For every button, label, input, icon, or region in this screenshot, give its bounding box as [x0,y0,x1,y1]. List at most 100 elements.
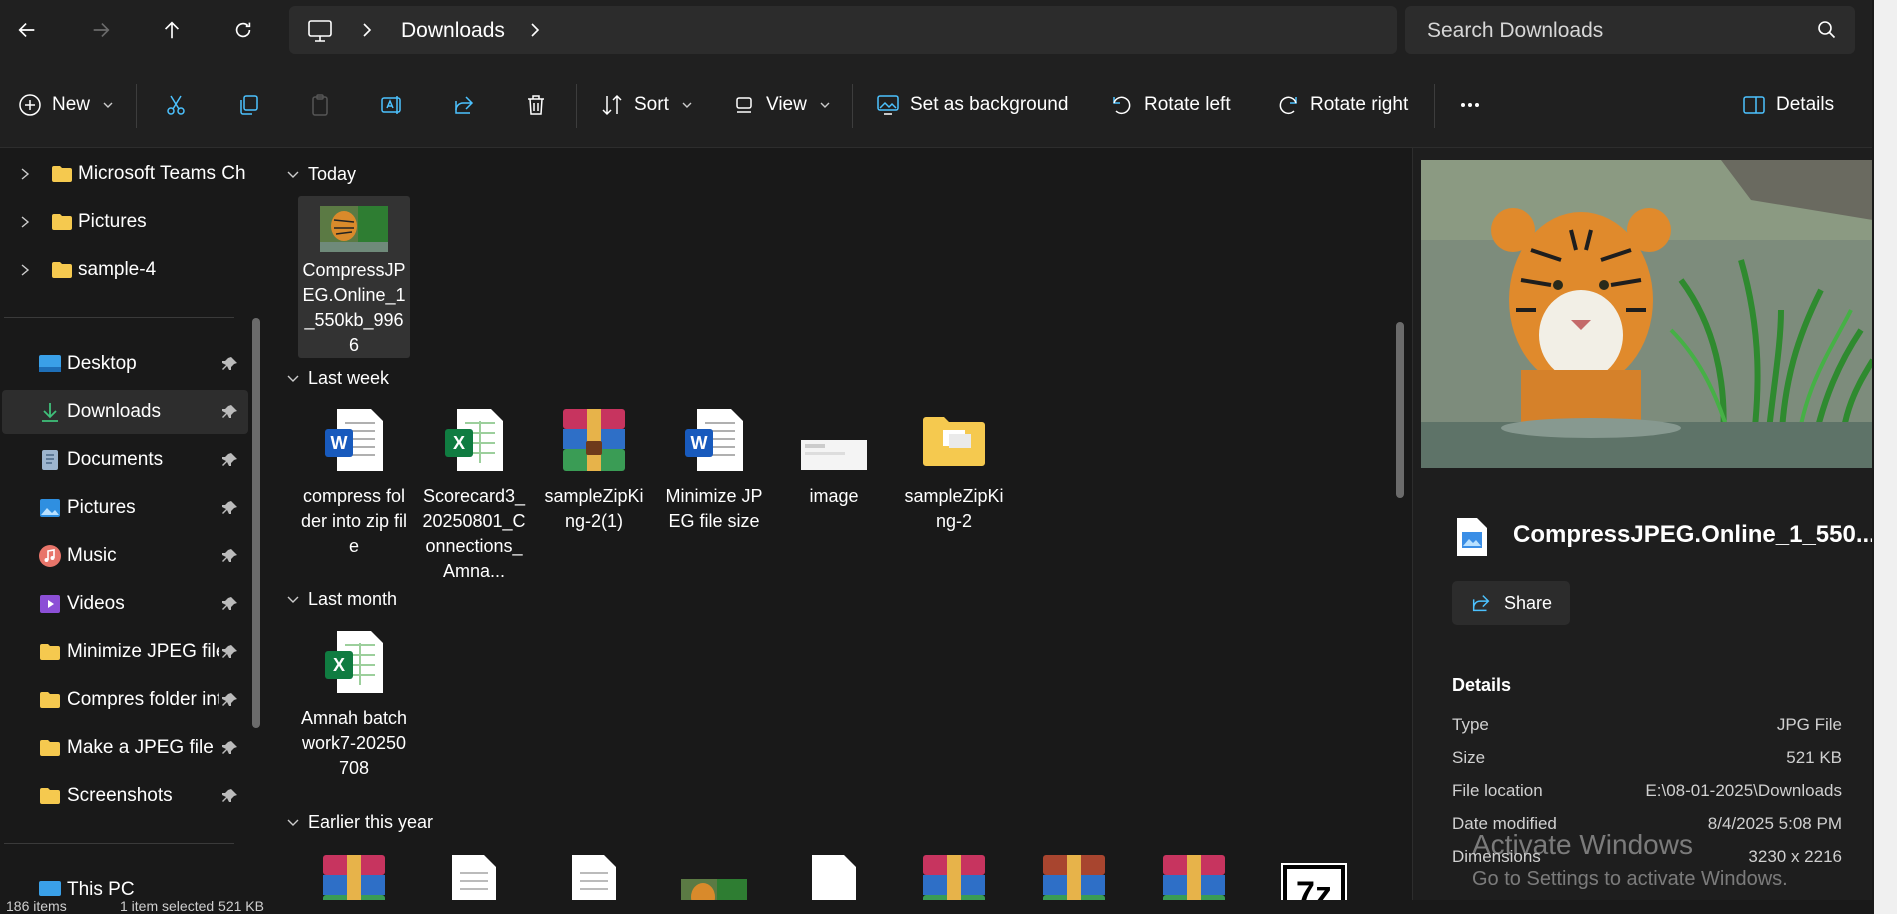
file-item[interactable]: CompressJPEG.Online_1_550kb_9966 [298,196,410,358]
group-header-earlier-this-year[interactable]: Earlier this year [286,812,433,833]
copy-button[interactable] [236,86,260,124]
image-preview [1421,160,1872,468]
details-value[interactable]: E:\08-01-2025\Downloads [1645,781,1842,801]
file-item[interactable] [418,846,530,900]
more-options-button[interactable] [1458,86,1482,124]
file-item[interactable]: X Amnah batch work7-20250708 [298,622,410,781]
file-item[interactable] [538,846,650,900]
details-value: 3230 x 2216 [1748,847,1842,866]
nav-item-this-pc[interactable]: This PC [0,868,246,900]
sort-button[interactable]: Sort [600,86,693,124]
content-scrollbar[interactable] [1396,322,1404,498]
nav-item-pictures-folder[interactable]: Pictures [0,200,246,244]
new-button[interactable]: New [18,86,114,124]
nav-item-videos[interactable]: Videos [0,582,246,626]
share-button[interactable] [452,86,476,124]
back-button[interactable] [4,8,50,52]
nav-item-compres-folder[interactable]: Compres folder into [0,678,246,722]
toolbar-divider [136,84,137,128]
file-item[interactable] [298,846,410,900]
rotate-right-button[interactable]: Rotate right [1276,86,1408,124]
details-value: JPG File [1776,715,1842,734]
file-item[interactable] [778,846,890,900]
pin-icon[interactable] [222,740,238,756]
this-pc-icon [39,881,61,896]
cut-button[interactable] [164,86,188,124]
details-pane: CompressJPEG.Online_1_550... Share Detai… [1412,148,1872,900]
search-box[interactable]: Search Downloads [1405,6,1855,54]
status-bar: 186 items 1 item selected 521 KB [0,898,1872,914]
nav-item-documents[interactable]: Documents [0,438,246,482]
pin-icon[interactable] [222,404,238,420]
nav-item-screenshots[interactable]: Screenshots [0,774,246,818]
nav-item-make-jpeg[interactable]: Make a JPEG file sm [0,726,246,770]
file-item[interactable]: W Minimize JPEG file size [658,400,770,534]
forward-button[interactable] [78,8,124,52]
excel-icon: X [314,622,394,702]
breadcrumb-downloads[interactable]: Downloads [401,19,505,43]
address-bar: Downloads Search Downloads [0,0,1872,62]
group-header-last-month[interactable]: Last month [286,589,397,610]
chevron-right-icon[interactable] [18,263,32,277]
file-item[interactable] [898,846,1010,900]
nav-item-music[interactable]: Music [0,534,246,578]
file-item[interactable]: W compress folder into zip file [298,400,410,559]
desktop-icon [39,355,61,372]
file-item[interactable]: 7z [1258,846,1370,900]
rename-button[interactable] [380,86,404,124]
new-label: New [52,94,91,115]
view-button[interactable]: View [732,86,831,124]
command-bar: New Sort View Set as background Rotate l… [0,62,1872,148]
rotate-left-button[interactable]: Rotate left [1110,86,1231,124]
nav-scrollbar[interactable] [252,318,260,728]
chevron-right-icon[interactable] [18,167,32,181]
up-button[interactable] [149,8,195,52]
group-header-last-week[interactable]: Last week [286,368,389,389]
breadcrumb[interactable]: Downloads [289,6,1397,54]
nav-item-downloads[interactable]: Downloads [2,390,248,434]
pin-icon[interactable] [222,500,238,516]
nav-item-sample-4[interactable]: sample-4 [0,248,246,292]
set-as-background-button[interactable]: Set as background [876,86,1068,124]
group-header-today[interactable]: Today [286,164,356,185]
folder-icon [40,644,60,660]
details-pane-button[interactable]: Details [1742,86,1834,124]
window-scrollbar[interactable] [1874,0,1897,914]
chevron-right-icon[interactable] [18,215,32,229]
refresh-button[interactable] [220,8,266,52]
pin-icon[interactable] [222,596,238,612]
svg-text:X: X [333,655,345,675]
pin-icon[interactable] [222,788,238,804]
file-item[interactable] [1018,846,1130,900]
nav-item-minimize-jpeg[interactable]: Minimize JPEG file s [0,630,246,674]
computer-icon[interactable] [307,19,333,43]
chevron-down-icon [287,596,299,603]
file-item[interactable] [1138,846,1250,900]
tiger-thumbnail [314,196,394,262]
nav-item-teams-chat[interactable]: Microsoft Teams Cha [0,152,246,196]
nav-item-pictures[interactable]: Pictures [0,486,246,530]
nav-divider [4,843,234,844]
pin-icon[interactable] [222,356,238,372]
nav-item-label: Screenshots [67,785,173,806]
delete-button[interactable] [524,86,548,124]
chevron-right-icon[interactable] [361,21,373,39]
nav-item-desktop[interactable]: Desktop [0,342,246,386]
file-item[interactable]: sampleZipKing-2(1) [538,400,650,534]
pin-icon[interactable] [222,452,238,468]
details-share-button[interactable]: Share [1452,581,1570,625]
clipboard-icon [312,94,328,116]
search-input[interactable]: Search Downloads [1427,19,1603,43]
file-item[interactable] [658,846,770,900]
details-key: Size [1452,748,1486,767]
nav-item-label: Minimize JPEG file s [67,641,219,662]
pin-icon[interactable] [222,692,238,708]
file-item[interactable]: X Scorecard3_20250801_Connections_Amna..… [418,400,530,584]
pin-icon[interactable] [222,644,238,660]
file-item[interactable]: sampleZipKing-2 [898,400,1010,534]
paste-button[interactable] [308,86,332,124]
pin-icon[interactable] [222,548,238,564]
chevron-right-icon[interactable] [529,21,541,39]
file-item[interactable]: image [778,400,890,509]
winrar-icon [1034,846,1114,900]
